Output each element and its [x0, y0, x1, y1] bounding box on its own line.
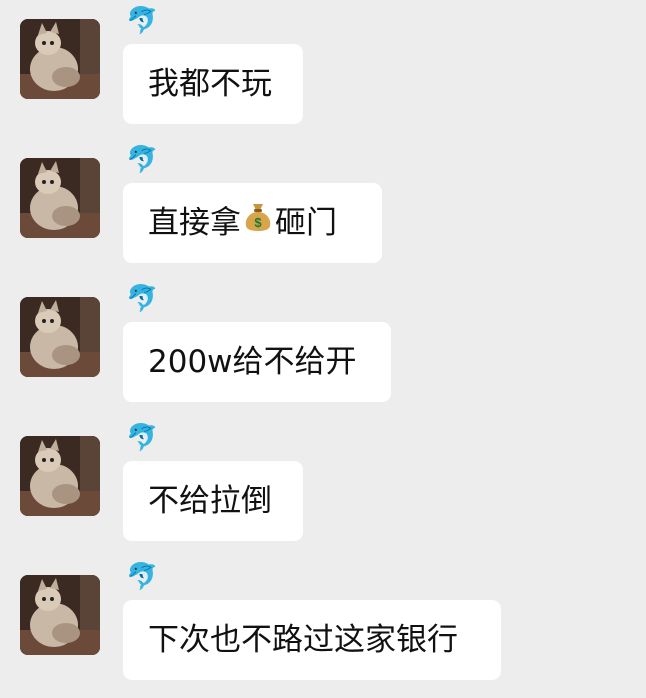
message-text-part: 直接拿 — [148, 205, 241, 241]
message-bubble[interactable]: 200w给不给开 — [123, 322, 391, 402]
dolphin-icon: 🐬 — [126, 423, 159, 453]
chat-message: 🐬 我都不玩 — [0, 0, 646, 130]
avatar[interactable] — [20, 19, 100, 99]
svg-text:$: $ — [254, 215, 262, 230]
message-bubble[interactable]: 直接拿 $ 砸门 — [123, 183, 382, 263]
dolphin-icon: 🐬 — [126, 284, 159, 314]
chat-message: 🐬 下次也不路过这家银行 — [0, 556, 646, 686]
message-bubble[interactable]: 不给拉倒 — [123, 461, 303, 541]
avatar[interactable] — [20, 436, 100, 516]
message-text-part: 砸门 — [275, 205, 337, 241]
chat-message: 🐬 直接拿 $ 砸门 — [0, 139, 646, 269]
chat-message: 🐬 不给拉倒 — [0, 417, 646, 547]
avatar[interactable] — [20, 575, 100, 655]
dolphin-icon: 🐬 — [126, 562, 159, 592]
message-bubble[interactable]: 我都不玩 — [123, 44, 303, 124]
dolphin-icon: 🐬 — [126, 145, 159, 175]
chat-message: 🐬 200w给不给开 — [0, 278, 646, 408]
money-bag-icon: $ — [243, 182, 273, 262]
avatar[interactable] — [20, 158, 100, 238]
avatar[interactable] — [20, 297, 100, 377]
dolphin-icon: 🐬 — [126, 6, 159, 36]
message-bubble[interactable]: 下次也不路过这家银行 — [123, 600, 501, 680]
